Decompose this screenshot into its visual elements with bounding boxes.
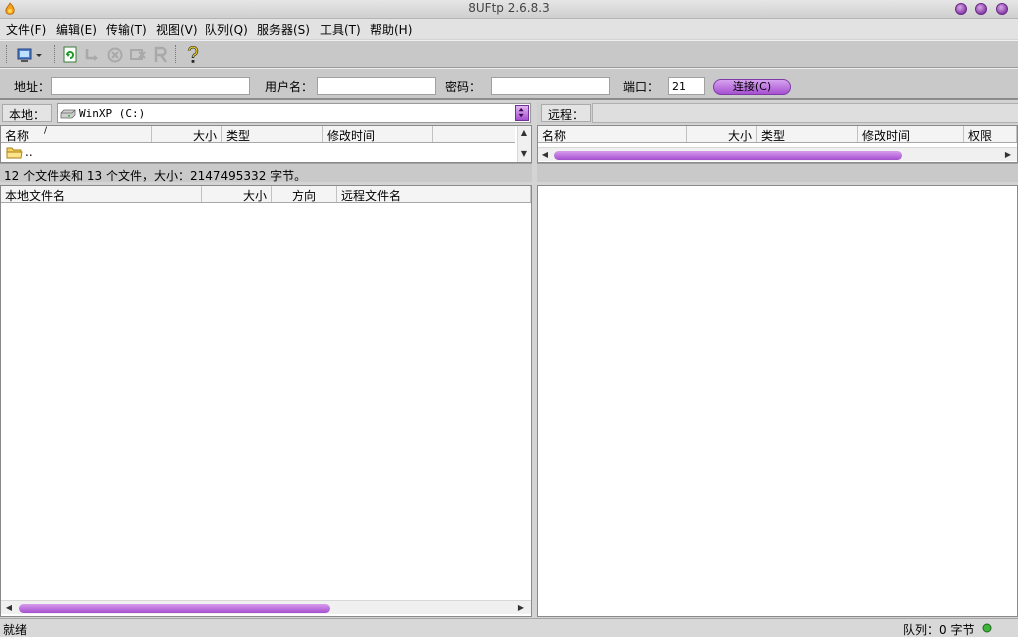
scroll-left-icon[interactable]: ◀ xyxy=(539,149,551,161)
queue-col-direction[interactable]: 方向 xyxy=(272,186,337,202)
port-input[interactable] xyxy=(668,77,705,95)
transfer-queue: 本地文件名 大小 方向 远程文件名 ◀ ▶ xyxy=(0,185,532,617)
local-drive-select[interactable]: WinXP (C:) xyxy=(57,103,531,123)
cancel-icon[interactable] xyxy=(106,46,124,64)
toolbar-separator xyxy=(175,45,178,63)
queue-hscroll[interactable]: ◀ ▶ xyxy=(1,600,531,614)
remote-status-strip xyxy=(537,163,1018,182)
scroll-thumb[interactable] xyxy=(554,151,902,160)
address-input[interactable] xyxy=(51,77,250,95)
scroll-left-icon[interactable]: ◀ xyxy=(3,602,15,614)
remote-label: 远程： xyxy=(541,104,592,122)
scroll-right-icon[interactable]: ▶ xyxy=(1002,149,1014,161)
queue-col-local-file[interactable]: 本地文件名 xyxy=(1,186,202,202)
local-status-text: 12 个文件夹和 13 个文件，大小：2147495332 字节。 xyxy=(4,169,307,183)
status-indicator-icon xyxy=(982,623,992,633)
queue-col-size[interactable]: 大小 xyxy=(202,186,272,202)
remote-file-list: 名称 大小 类型 修改时间 权限 ◀ ▶ xyxy=(537,125,1018,163)
refresh-icon[interactable] xyxy=(61,46,79,64)
process-queue-icon[interactable] xyxy=(83,46,101,64)
close-button[interactable] xyxy=(996,3,1008,15)
toolbar xyxy=(0,40,1018,68)
menu-tools[interactable]: 工具(T) xyxy=(320,21,361,38)
remote-path-input[interactable] xyxy=(592,103,1018,123)
address-label: 地址： xyxy=(14,80,51,94)
password-input[interactable] xyxy=(491,77,610,95)
folder-icon xyxy=(6,147,23,159)
local-col-size[interactable]: 大小 xyxy=(152,126,222,142)
help-icon[interactable] xyxy=(184,46,202,64)
title-bar: 8UFtp 2.6.8.3 xyxy=(0,0,1018,19)
scroll-right-icon[interactable]: ▶ xyxy=(515,602,527,614)
local-label: 本地： xyxy=(2,104,53,122)
window-title: 8UFtp 2.6.8.3 xyxy=(468,1,550,15)
remote-col-modified[interactable]: 修改时间 xyxy=(858,126,964,142)
quick-connect-bar: 地址： 用户名： 密码： 端口： 连接(C) xyxy=(0,68,1018,100)
remote-list-hscroll[interactable]: ◀ ▶ xyxy=(538,147,1017,161)
remote-col-permissions[interactable]: 权限 xyxy=(964,126,1017,142)
status-bar: 就绪 队列：0 字节 xyxy=(0,618,1018,637)
hard-drive-icon xyxy=(60,109,76,119)
username-input[interactable] xyxy=(317,77,436,95)
log-pane xyxy=(537,185,1018,617)
site-manager-icon[interactable] xyxy=(16,46,44,64)
disconnect-icon[interactable] xyxy=(129,46,147,64)
dropdown-arrow-icon[interactable] xyxy=(515,105,529,121)
menu-file[interactable]: 文件(F) xyxy=(6,21,46,38)
remote-col-type[interactable]: 类型 xyxy=(757,126,858,142)
menu-queue[interactable]: 队列(Q) xyxy=(205,21,248,38)
queue-size-text: 队列：0 字节 xyxy=(903,623,975,637)
scroll-down-icon[interactable]: ▼ xyxy=(518,148,530,160)
local-col-name[interactable]: 名称 / xyxy=(1,126,152,142)
status-ready: 就绪 xyxy=(3,623,28,637)
toolbar-separator xyxy=(54,45,57,63)
minimize-button[interactable] xyxy=(955,3,967,15)
menu-help[interactable]: 帮助(H) xyxy=(370,21,412,38)
queue-col-remote-file[interactable]: 远程文件名 xyxy=(337,186,531,202)
reconnect-icon[interactable] xyxy=(152,46,170,64)
remote-col-name[interactable]: 名称 xyxy=(538,126,687,142)
sort-indicator-icon: / xyxy=(44,126,48,136)
menu-server[interactable]: 服务器(S) xyxy=(257,21,310,38)
file-name: .. xyxy=(25,145,33,159)
remote-col-size[interactable]: 大小 xyxy=(687,126,757,142)
local-column-header: 名称 / 大小 类型 修改时间 xyxy=(1,126,515,143)
local-file-list: 名称 / 大小 类型 修改时间 .. ▲ ▼ xyxy=(0,125,532,163)
scroll-thumb[interactable] xyxy=(19,604,330,613)
queue-column-header: 本地文件名 大小 方向 远程文件名 xyxy=(1,186,531,203)
menu-view[interactable]: 视图(V) xyxy=(156,21,198,38)
toolbar-grip xyxy=(6,45,9,63)
password-label: 密码： xyxy=(445,80,482,94)
local-col-type[interactable]: 类型 xyxy=(222,126,323,142)
local-status-strip: 12 个文件夹和 13 个文件，大小：2147495332 字节。 xyxy=(0,163,532,183)
remote-column-header: 名称 大小 类型 修改时间 权限 xyxy=(538,126,1017,143)
port-label: 端口： xyxy=(623,80,660,94)
menu-transfer[interactable]: 传输(T) xyxy=(106,21,147,38)
local-col-modified[interactable]: 修改时间 xyxy=(323,126,433,142)
connect-button[interactable]: 连接(C) xyxy=(713,79,791,95)
menu-bar: 文件(F) 编辑(E) 传输(T) 视图(V) 队列(Q) 服务器(S) 工具(… xyxy=(0,19,1018,39)
remote-path-bar: 远程： xyxy=(537,102,1018,124)
local-list-vscroll[interactable]: ▲ ▼ xyxy=(517,126,531,162)
scroll-up-icon[interactable]: ▲ xyxy=(518,127,530,139)
local-drive-value: WinXP (C:) xyxy=(79,107,146,120)
local-path-bar: 本地： WinXP (C:) xyxy=(0,102,532,124)
menu-edit[interactable]: 编辑(E) xyxy=(56,21,97,38)
list-item[interactable]: .. xyxy=(1,144,515,161)
username-label: 用户名： xyxy=(265,80,314,94)
maximize-button[interactable] xyxy=(975,3,987,15)
